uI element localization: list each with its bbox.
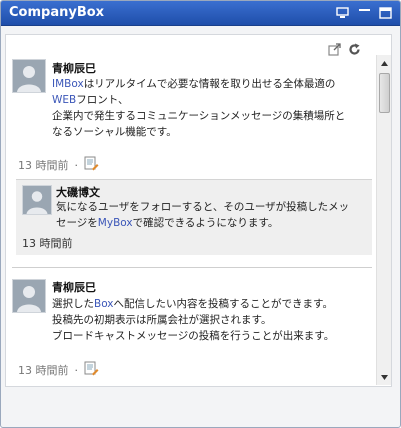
meta-separator: · <box>74 363 79 377</box>
reply-item: 大磯博文 気になるユーザをフォローすると、そのユーザが投稿したメッ セージをMy… <box>16 179 372 255</box>
reply-body-line: セージを <box>56 217 98 229</box>
minimize-icon[interactable] <box>358 6 371 19</box>
title-bar[interactable]: CompanyBox <box>1 1 400 26</box>
post-author[interactable]: 青柳辰巳 <box>52 279 96 295</box>
meta-separator: · <box>74 158 79 172</box>
post-body-line: フロント、 <box>76 94 129 106</box>
comment-icon[interactable] <box>84 361 99 379</box>
avatar[interactable] <box>12 59 46 93</box>
post-body: 選択したBoxへ配信したい内容を投稿することができます。 投稿先の初期表示は所属… <box>52 296 370 344</box>
web-link[interactable]: WEB <box>52 94 76 106</box>
post-time: 13 時間前 <box>18 159 69 172</box>
popout-icon[interactable] <box>327 42 341 56</box>
post-body-line: はリアルタイムで必要な情報を取り出せる全体最適の <box>83 78 336 90</box>
feed-toolbar <box>327 42 361 56</box>
reply-body-line: で確認できるようになります。 <box>132 217 279 229</box>
scroll-thumb[interactable] <box>379 73 390 113</box>
post-body-line: 選択した <box>52 298 94 310</box>
imbox-link[interactable]: IMBox <box>52 78 84 90</box>
post-body-line: へ配信したい内容を投稿することができます。 <box>113 298 333 310</box>
reply-time: 13 時間前 <box>22 237 73 250</box>
feed-panel: 青柳辰巳 IMBoxはリアルタイムで必要な情報を取り出せる全体最適の WEBフロ… <box>5 34 392 387</box>
scroll-down-arrow-icon[interactable] <box>377 371 391 383</box>
reply-body: 気になるユーザをフォローすると、そのユーザが投稿したメッ セージをMyBoxで確… <box>56 199 371 231</box>
feed-scrollbar[interactable] <box>376 55 391 385</box>
post-meta: 13 時間前 · <box>18 361 99 379</box>
comment-icon[interactable] <box>84 156 99 174</box>
reply-author[interactable]: 大磯博文 <box>56 184 100 200</box>
monitor-icon[interactable] <box>336 6 349 19</box>
post-divider <box>12 267 372 268</box>
post-body: IMBoxはリアルタイムで必要な情報を取り出せる全体最適の WEBフロント、 企… <box>52 76 370 140</box>
post-meta: 13 時間前 · <box>18 156 99 174</box>
post-author[interactable]: 青柳辰巳 <box>52 60 96 76</box>
box-link[interactable]: Box <box>94 298 114 310</box>
window-title: CompanyBox <box>9 5 105 20</box>
scroll-up-arrow-icon[interactable] <box>377 57 391 69</box>
reply-body-line: 気になるユーザをフォローすると、そのユーザが投稿したメッ <box>56 201 350 213</box>
mybox-link[interactable]: MyBox <box>98 217 133 229</box>
refresh-icon[interactable] <box>347 42 361 56</box>
post-body-line: なるソーシャル機能です。 <box>52 126 177 138</box>
post-time: 13 時間前 <box>18 364 69 377</box>
maximize-icon[interactable] <box>379 6 392 19</box>
avatar[interactable] <box>12 279 46 313</box>
post-body-line: ブロードキャストメッセージの投稿を行うことが出来ます。 <box>52 330 335 342</box>
post-body-line: 企業内で発生するコミュニケーションメッセージの集積場所と <box>52 110 346 122</box>
avatar[interactable] <box>22 185 52 215</box>
companybox-window: CompanyBox 青柳辰巳 IMBoxはリアルタイムで必要な情報を取り出せる… <box>0 0 401 428</box>
post-body-line: 投稿先の初期表示は所属会社が選択されます。 <box>52 314 272 326</box>
